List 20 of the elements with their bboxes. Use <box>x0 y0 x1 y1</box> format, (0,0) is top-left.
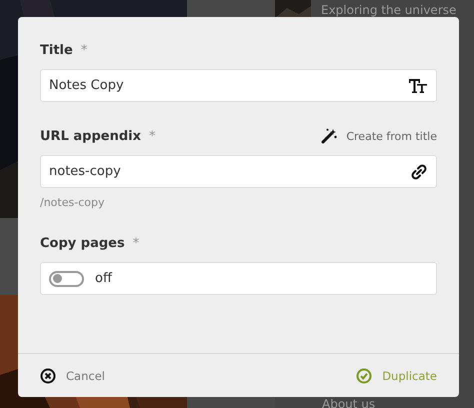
required-mark: * <box>80 42 88 58</box>
field-label: URL appendix <box>40 128 141 144</box>
close-icon <box>40 368 56 384</box>
check-circle-icon <box>356 368 372 384</box>
input-field[interactable]: Notes Copy <box>40 69 437 102</box>
create-from-title-button[interactable]: Create from title <box>321 128 437 144</box>
toggle-switch[interactable] <box>49 270 84 286</box>
toggle-field[interactable]: off <box>40 262 437 295</box>
field-label: Copy pages <box>40 236 125 250</box>
required-mark: * <box>148 128 156 144</box>
link-icon <box>411 164 427 180</box>
item-title: Exploring the universe <box>321 2 456 18</box>
field-label: Title <box>40 42 73 58</box>
cancel-button[interactable]: Cancel <box>40 368 105 384</box>
input-field[interactable]: notes-copy <box>40 155 437 188</box>
text-size-icon <box>409 78 427 94</box>
magic-wand-icon <box>321 128 338 144</box>
item-title: About us <box>322 396 376 408</box>
required-mark: * <box>132 236 140 250</box>
url-preview: /notes-copy <box>40 196 106 209</box>
